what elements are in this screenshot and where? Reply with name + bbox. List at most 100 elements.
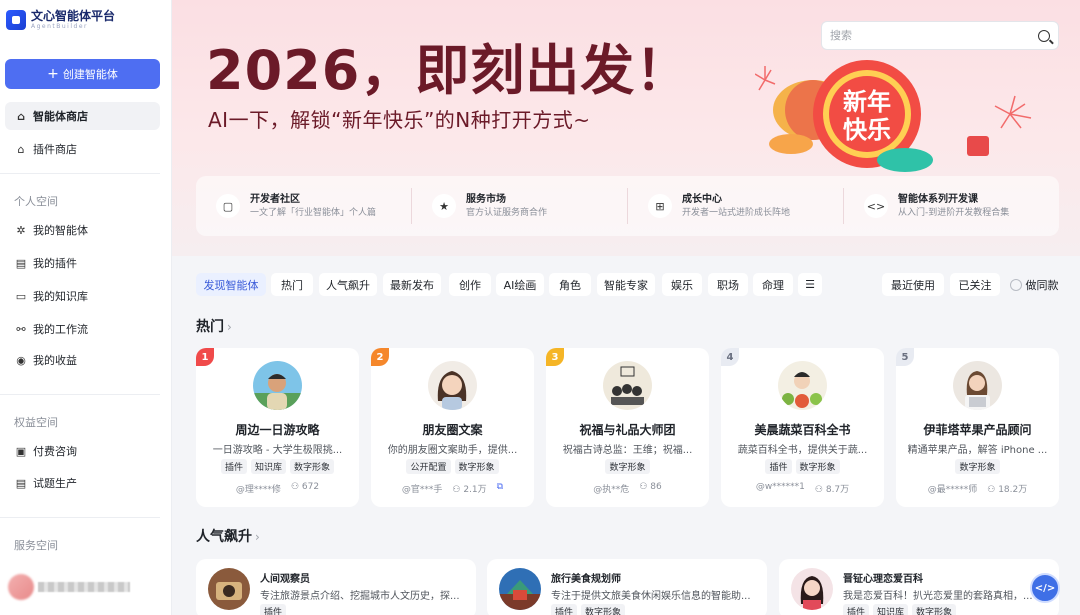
hot-section-title[interactable]: 热门 › bbox=[196, 316, 232, 336]
quick-link-title: 开发者社区 bbox=[250, 193, 300, 205]
quick-link-title: 成长中心 bbox=[682, 193, 722, 205]
sidebar-divider bbox=[0, 394, 160, 395]
code-icon: </> bbox=[1034, 582, 1056, 594]
rank-badge: 5 bbox=[896, 348, 914, 366]
agent-meta: @最*****师 ⚇ 18.2万 bbox=[896, 482, 1059, 495]
badge-text-line1: 新年 bbox=[843, 88, 891, 116]
search-input[interactable] bbox=[830, 29, 1038, 42]
rights-space-title: 权益空间 bbox=[14, 416, 58, 429]
agent-meta: @官***手 ⚇ 2.1万 ⧉ bbox=[371, 482, 534, 495]
user-count: ⚇ 86 bbox=[639, 482, 661, 495]
tab-latest[interactable]: 最新发布 bbox=[383, 273, 441, 296]
tab-creation[interactable]: 创作 bbox=[449, 273, 491, 296]
agent-desc: 精通苹果产品，解答 iPhone ... bbox=[907, 445, 1048, 456]
sidebar-item-my-income[interactable]: ◉ 我的收益 bbox=[5, 346, 160, 374]
quick-link-title: 智能体系列开发课 bbox=[898, 193, 978, 205]
avatar bbox=[8, 574, 34, 600]
quick-link-desc: 一文了解「行业智能体」个人篇 bbox=[250, 207, 377, 218]
quick-link-dev-course[interactable]: <> 智能体系列开发课 从入门-到进阶开发教程合集 bbox=[844, 188, 1059, 224]
tab-rising[interactable]: 人气飙升 bbox=[319, 273, 377, 296]
search-icon[interactable] bbox=[1038, 29, 1050, 42]
tab-workplace[interactable]: 职场 bbox=[708, 273, 748, 296]
agent-tags: 公开配置 数字形象 bbox=[371, 459, 534, 474]
quick-link-developer-community[interactable]: ▢ 开发者社区 一文了解「行业智能体」个人篇 bbox=[196, 188, 412, 224]
quick-link-growth-center[interactable]: ⊞ 成长中心 开发者一站式进阶成长阵地 bbox=[628, 188, 844, 224]
sidebar-item-my-agents[interactable]: ✲ 我的智能体 bbox=[5, 216, 160, 244]
tab-expert[interactable]: 智能专家 bbox=[597, 273, 655, 296]
user-profile[interactable] bbox=[8, 574, 130, 600]
followed-button[interactable]: 已关注 bbox=[950, 273, 1000, 296]
tab-discover[interactable]: 发现智能体 bbox=[196, 273, 266, 296]
quick-link-desc: 开发者一站式进阶成长阵地 bbox=[682, 207, 791, 218]
tag: 数字形象 bbox=[955, 459, 1000, 474]
sidebar-item-my-knowledge[interactable]: ▭ 我的知识库 bbox=[5, 282, 160, 310]
recent-used-button[interactable]: 最近使用 bbox=[882, 273, 944, 296]
copy-icon[interactable]: ⧉ bbox=[497, 482, 503, 495]
agent-icon: ✲ bbox=[16, 223, 26, 237]
logo-subtitle: AgentBuilder bbox=[31, 23, 88, 30]
user-count: ⚇ 8.7万 bbox=[815, 482, 849, 495]
agent-card[interactable]: 2 朋友圈文案 你的朋友圈文案助手，提供... 公开配置 数字形象 @官***手… bbox=[371, 348, 534, 507]
sidebar-item-my-workflow[interactable]: ⚯ 我的工作流 bbox=[5, 315, 160, 343]
agent-avatar bbox=[253, 361, 302, 410]
radio-icon[interactable] bbox=[1009, 278, 1022, 291]
sidebar-item-label: 我的智能体 bbox=[33, 224, 88, 237]
rising-section-title[interactable]: 人气飙升 › bbox=[196, 526, 260, 546]
agent-card[interactable]: 4 美晨蔬菜百科全书 蔬菜百科全书，提供关于蔬... 插件 数字形象 @w***… bbox=[721, 348, 884, 507]
hero-title: 2026，即刻出发！ bbox=[206, 39, 691, 102]
sidebar-item-exam-production[interactable]: ▤ 试题生产 bbox=[5, 469, 160, 497]
tab-entertainment[interactable]: 娱乐 bbox=[662, 273, 702, 296]
tag: 数字形象 bbox=[581, 604, 626, 615]
quick-link-service-market[interactable]: ★ 服务市场 官方认证服务商合作 bbox=[412, 188, 628, 224]
agent-tags: 数字形象 bbox=[546, 459, 709, 474]
badge-text-line2: 快乐 bbox=[843, 116, 891, 144]
logo-title: 文心智能体平台 bbox=[31, 9, 116, 23]
tag: 插件 bbox=[220, 459, 247, 474]
agent-card[interactable]: 5 伊菲塔苹果产品顾问 精通苹果产品，解答 iPhone ... 数字形象 @最… bbox=[896, 348, 1059, 507]
agent-card[interactable]: 3 祝福与礼品大师团 祝福古诗总监：王维；祝福... 数字形象 @执**危 ⚇ … bbox=[546, 348, 709, 507]
tab-fortune[interactable]: 命理 bbox=[753, 273, 793, 296]
tag: 数字形象 bbox=[605, 459, 650, 474]
developer-tools-float-button[interactable]: </> bbox=[1030, 573, 1060, 603]
rank-badge: 1 bbox=[196, 348, 214, 366]
sidebar-divider bbox=[0, 173, 160, 174]
app-logo[interactable]: 文心智能体平台 AgentBuilder bbox=[6, 10, 115, 30]
menu-icon[interactable]: ☰ bbox=[798, 273, 822, 296]
rising-agent-card[interactable]: 晋钲心理恋爱百科 我是恋爱百科！扒光恋爱里的套路真相，... 插件 知识库 数字… bbox=[779, 559, 1059, 615]
category-tabs: 发现智能体 热门 人气飙升 最新发布 创作 AI绘画 角色 智能专家 娱乐 职场… bbox=[196, 273, 1066, 297]
agent-avatar bbox=[778, 361, 827, 410]
user-icon: ⚇ bbox=[639, 482, 651, 492]
search-box[interactable] bbox=[821, 21, 1059, 50]
agent-name: 人间观察员 bbox=[260, 574, 310, 585]
same-style-toggle[interactable]: 做同款 bbox=[1005, 273, 1063, 296]
agent-desc: 你的朋友圈文案助手，提供... bbox=[387, 445, 518, 456]
create-agent-label: 创建智能体 bbox=[62, 68, 118, 81]
tab-role[interactable]: 角色 bbox=[549, 273, 591, 296]
consult-icon: ▣ bbox=[15, 444, 27, 458]
agent-avatar bbox=[428, 361, 477, 410]
tag: 知识库 bbox=[250, 459, 286, 474]
knowledge-icon: ▭ bbox=[15, 289, 27, 303]
logo-icon bbox=[6, 10, 26, 30]
sidebar-item-my-plugins[interactable]: ▤ 我的插件 bbox=[5, 249, 160, 277]
tab-ai-painting[interactable]: AI绘画 bbox=[496, 273, 544, 296]
cloud-shape bbox=[877, 148, 933, 172]
agent-avatar bbox=[208, 568, 250, 610]
agent-meta: @w******1 ⚇ 8.7万 bbox=[721, 482, 884, 495]
agent-author: @官***手 bbox=[401, 485, 443, 495]
rising-agent-card[interactable]: 人间观察员 专注旅游景点介绍、挖掘城市人文历史，探... 插件 bbox=[196, 559, 476, 615]
sidebar-item-plugin-store[interactable]: ⌂ 插件商店 bbox=[5, 135, 160, 163]
sidebar-item-paid-consult[interactable]: ▣ 付费咨询 bbox=[5, 437, 160, 465]
rising-agent-card[interactable]: 旅行美食规划师 专注于提供文旅美食休闲娱乐信息的智能助... 插件 数字形象 bbox=[487, 559, 767, 615]
sidebar-item-label: 付费咨询 bbox=[33, 445, 77, 458]
exam-icon: ▤ bbox=[15, 476, 27, 490]
tab-hot[interactable]: 热门 bbox=[271, 273, 313, 296]
sidebar-item-agent-store[interactable]: ⌂ 智能体商店 bbox=[5, 102, 160, 130]
personal-space-title: 个人空间 bbox=[14, 195, 58, 208]
plus-icon: + bbox=[47, 66, 59, 82]
create-agent-button[interactable]: + 创建智能体 bbox=[5, 59, 160, 89]
tag: 数字形象 bbox=[795, 459, 840, 474]
tag: 插件 bbox=[260, 604, 287, 615]
quick-link-desc: 官方认证服务商合作 bbox=[466, 207, 548, 218]
agent-card[interactable]: 1 周边一日游攻略 一日游攻略 - 大学生极限挑... 插件 知识库 数字形象 … bbox=[196, 348, 359, 507]
